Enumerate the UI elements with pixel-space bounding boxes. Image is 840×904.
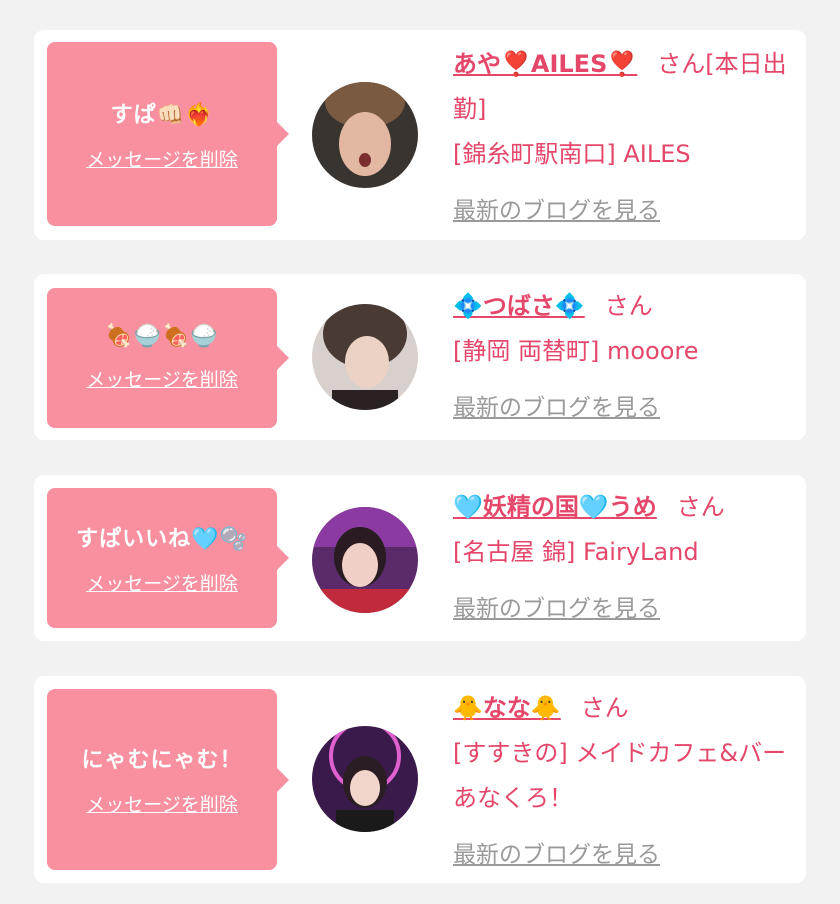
avatar-photo bbox=[312, 304, 418, 410]
message-bubble: すぱ👊🏻❤️‍🔥 メッセージを削除 bbox=[47, 42, 289, 226]
message-text: すぱいいね🩵🫧 bbox=[76, 526, 248, 552]
view-blog-link[interactable]: 最新のブログを見る bbox=[453, 587, 660, 632]
honorific: さん bbox=[676, 493, 725, 521]
message-text: 🍖🍚🍖🍚 bbox=[105, 324, 219, 349]
avatar[interactable] bbox=[312, 304, 418, 410]
honorific: さん bbox=[604, 292, 653, 320]
view-blog-link[interactable]: 最新のブログを見る bbox=[453, 833, 660, 878]
avatar-photo bbox=[312, 507, 418, 613]
view-blog-link[interactable]: 最新のブログを見る bbox=[453, 189, 660, 234]
message-card: すぱいいね🩵🫧 メッセージを削除 🩵妖精の国🩵うめ さん [名古屋 錦] Fair… bbox=[34, 475, 806, 641]
message-list: すぱ👊🏻❤️‍🔥 メッセージを削除 あや❣️AILES❣️ さん[本日出勤] [錦… bbox=[0, 0, 840, 904]
message-card: すぱ👊🏻❤️‍🔥 メッセージを削除 あや❣️AILES❣️ さん[本日出勤] [錦… bbox=[34, 30, 806, 240]
avatar[interactable] bbox=[312, 507, 418, 613]
message-text: にゃむにゃむ！ bbox=[81, 748, 243, 773]
delete-message-link[interactable]: メッセージを削除 bbox=[86, 569, 238, 596]
shop-info: [静岡 両替町] mooore bbox=[453, 337, 699, 365]
profile-name-link[interactable]: 🐥なな🐥 bbox=[453, 694, 561, 722]
profile-name-link[interactable]: 🩵妖精の国🩵うめ bbox=[453, 493, 657, 521]
delete-message-link[interactable]: メッセージを削除 bbox=[86, 365, 238, 392]
avatar[interactable] bbox=[312, 82, 418, 188]
profile-name-link[interactable]: 💠つばさ💠 bbox=[453, 292, 585, 320]
avatar[interactable] bbox=[312, 726, 418, 832]
profile-info: 💠つばさ💠 さん [静岡 両替町] mooore 最新のブログを見る bbox=[453, 284, 798, 431]
profile-name-link[interactable]: あや❣️AILES❣️ bbox=[453, 50, 637, 78]
avatar-photo bbox=[312, 82, 418, 188]
avatar-photo bbox=[312, 726, 418, 832]
profile-info: 🩵妖精の国🩵うめ さん [名古屋 錦] FairyLand 最新のブログを見る bbox=[453, 485, 798, 632]
message-card: にゃむにゃむ！ メッセージを削除 🐥なな🐥 さん [すすきの] メイドカフェ&バー… bbox=[34, 676, 806, 883]
shop-info: [名古屋 錦] FairyLand bbox=[453, 538, 699, 566]
delete-message-link[interactable]: メッセージを削除 bbox=[86, 790, 238, 817]
view-blog-link[interactable]: 最新のブログを見る bbox=[453, 386, 660, 431]
message-bubble: にゃむにゃむ！ メッセージを削除 bbox=[47, 689, 289, 870]
profile-info: あや❣️AILES❣️ さん[本日出勤] [錦糸町駅南口] AILES 最新のブロ… bbox=[453, 42, 798, 234]
shop-info: [すすきの] メイドカフェ&バー あなくろ！ bbox=[453, 739, 787, 812]
message-text: すぱ👊🏻❤️‍🔥 bbox=[110, 102, 214, 128]
profile-info: 🐥なな🐥 さん [すすきの] メイドカフェ&バー あなくろ！ 最新のブログを見る bbox=[453, 686, 798, 878]
shop-info: [錦糸町駅南口] AILES bbox=[453, 140, 691, 168]
honorific: さん bbox=[657, 50, 706, 78]
message-card: 🍖🍚🍖🍚 メッセージを削除 💠つばさ💠 さん [静岡 両替町] mooore 最新… bbox=[34, 274, 806, 440]
delete-message-link[interactable]: メッセージを削除 bbox=[86, 145, 238, 172]
message-bubble: すぱいいね🩵🫧 メッセージを削除 bbox=[47, 488, 289, 628]
honorific: さん bbox=[580, 694, 629, 722]
message-bubble: 🍖🍚🍖🍚 メッセージを削除 bbox=[47, 288, 289, 428]
